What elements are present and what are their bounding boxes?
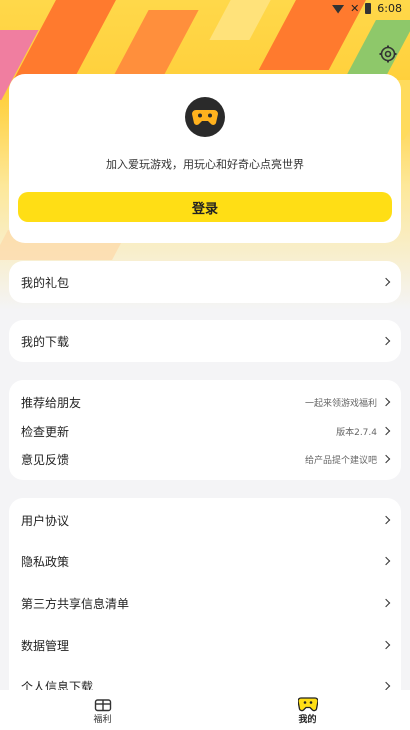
tab-mine[interactable]: 我的 bbox=[205, 690, 410, 730]
chevron-right-icon bbox=[381, 454, 391, 464]
chevron-right-icon bbox=[381, 336, 391, 346]
gift-card[interactable]: 我的礼包 bbox=[9, 261, 401, 303]
menu-item-hint: 一起来领游戏福利 bbox=[304, 398, 377, 409]
no-sim-icon: ✕ bbox=[350, 2, 360, 15]
login-button[interactable]: 登录 bbox=[18, 192, 392, 222]
chevron-right-icon bbox=[381, 426, 391, 436]
menu-item-privacy-policy[interactable]: 隐私政策 bbox=[9, 547, 401, 575]
menu-item-label: 我的礼包 bbox=[21, 275, 70, 290]
gift-box-icon bbox=[94, 698, 111, 711]
menu-item-hint: 给产品提个建议吧 bbox=[304, 455, 377, 466]
chevron-right-icon bbox=[381, 640, 391, 650]
tab-label: 福利 bbox=[93, 714, 112, 725]
menu-item-gift[interactable]: 我的礼包 bbox=[9, 268, 401, 296]
menu-item-check-update[interactable]: 检查更新 版本2.7.4 bbox=[9, 417, 401, 445]
chevron-right-icon bbox=[381, 598, 391, 608]
download-card[interactable]: 我的下载 bbox=[9, 320, 401, 362]
menu-item-third-party-list[interactable]: 第三方共享信息清单 bbox=[9, 589, 401, 617]
menu-item-download[interactable]: 我的下载 bbox=[9, 327, 401, 355]
menu-item-label: 用户协议 bbox=[21, 513, 70, 528]
status-time: 6:08 bbox=[377, 2, 402, 15]
menu-item-label: 隐私政策 bbox=[21, 554, 70, 569]
battery-icon bbox=[365, 3, 372, 14]
menu-item-label: 检查更新 bbox=[21, 424, 70, 439]
hero-stripe bbox=[111, 10, 199, 80]
menu-item-user-agreement[interactable]: 用户协议 bbox=[9, 506, 401, 534]
login-card: 加入爱玩游戏，用玩心和好奇心点亮世界 登录 bbox=[9, 74, 401, 243]
chevron-right-icon bbox=[381, 515, 391, 525]
tab-welfare[interactable]: 福利 bbox=[0, 690, 205, 730]
status-icons: ✕ 6:08 bbox=[332, 2, 402, 15]
settings-gear-icon[interactable] bbox=[378, 44, 398, 64]
menu-item-label: 意见反馈 bbox=[21, 452, 70, 467]
chevron-right-icon bbox=[381, 556, 391, 566]
chevron-right-icon bbox=[381, 681, 391, 691]
chevron-right-icon bbox=[381, 397, 391, 407]
login-tagline: 加入爱玩游戏，用玩心和好奇心点亮世界 bbox=[106, 158, 304, 171]
general-card: 推荐给朋友 一起来领游戏福利 检查更新 版本2.7.4 意见反馈 给产品提个建议… bbox=[9, 380, 401, 480]
menu-item-feedback[interactable]: 意见反馈 给产品提个建议吧 bbox=[9, 445, 401, 473]
gamepad-icon bbox=[185, 97, 225, 137]
menu-item-recommend[interactable]: 推荐给朋友 一起来领游戏福利 bbox=[9, 388, 401, 416]
menu-item-label: 我的下载 bbox=[21, 334, 70, 349]
menu-item-label: 推荐给朋友 bbox=[21, 395, 82, 410]
status-bar: ✕ 6:08 bbox=[0, 0, 410, 20]
chevron-right-icon bbox=[381, 277, 391, 287]
bottom-tab-bar: 福利 我的 bbox=[0, 690, 410, 730]
tab-label: 我的 bbox=[298, 714, 317, 725]
version-text: 版本2.7.4 bbox=[336, 427, 377, 438]
menu-item-label: 数据管理 bbox=[21, 638, 70, 653]
menu-item-data-management[interactable]: 数据管理 bbox=[9, 631, 401, 659]
gamepad-face-icon bbox=[297, 696, 318, 711]
menu-item-label: 第三方共享信息清单 bbox=[21, 596, 130, 611]
wifi-icon bbox=[332, 5, 345, 14]
